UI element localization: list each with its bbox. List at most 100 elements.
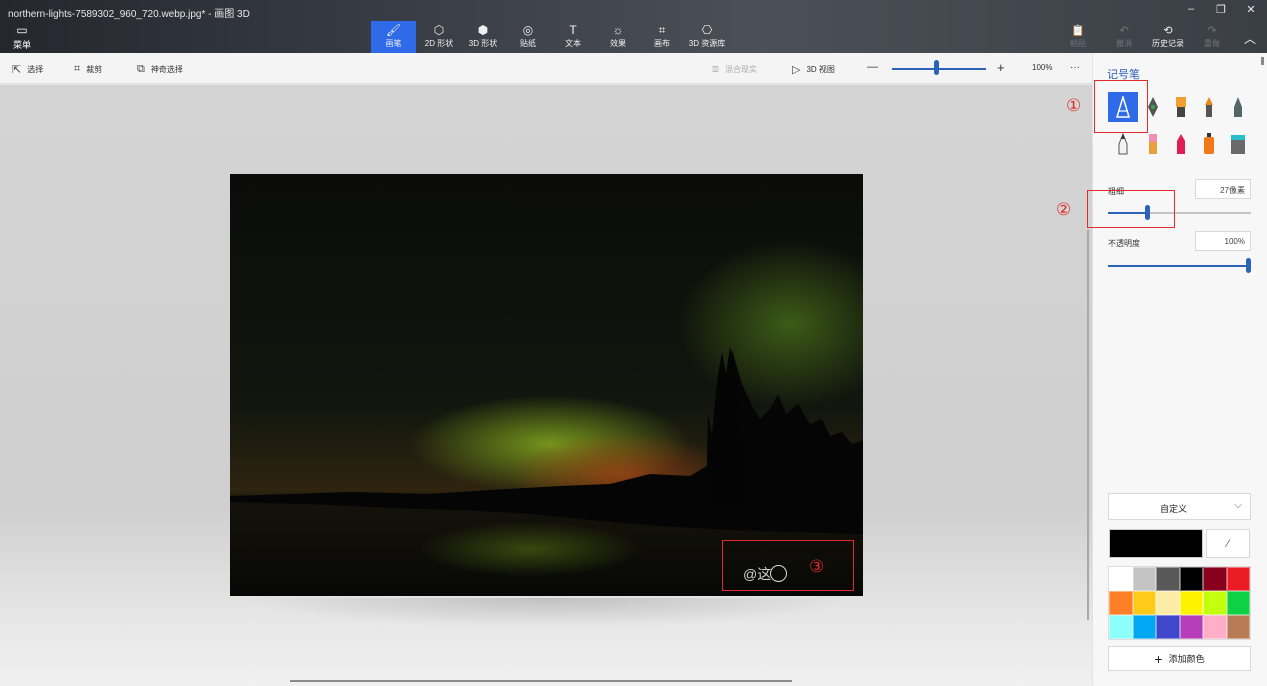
spray-can-icon	[1204, 133, 1214, 154]
color-swatch[interactable]	[1203, 567, 1227, 591]
color-swatch[interactable]	[1179, 591, 1203, 615]
tree-silhouette	[230, 346, 863, 534]
more-options-button[interactable]: ···	[1070, 62, 1080, 73]
color-swatch[interactable]	[1226, 615, 1250, 639]
tool-3d-shapes[interactable]: ⬢ 3D 形状	[464, 21, 502, 53]
crayon-icon	[1177, 134, 1185, 154]
maximize-button[interactable]: ❐	[1210, 3, 1232, 16]
paste-button[interactable]: 📋 粘贴	[1066, 26, 1090, 49]
minimize-button[interactable]: –	[1180, 3, 1202, 15]
spray-can-brush[interactable]	[1194, 129, 1224, 159]
eraser-brush[interactable]	[1138, 129, 1168, 159]
close-button[interactable]: ✕	[1240, 3, 1262, 16]
annotation-box-3	[722, 540, 854, 591]
zoom-out-button[interactable]: —	[867, 61, 878, 73]
app-ribbon: northern-lights-7589302_960_720.webp.jpg…	[0, 0, 1267, 53]
3d-view-button[interactable]: ▷ 3D 视图	[792, 63, 835, 76]
mixed-reality-button[interactable]: ⧈ 混合现实	[712, 63, 757, 76]
canvas-icon: ⌗	[658, 23, 666, 37]
color-swatch[interactable]	[1109, 615, 1133, 639]
annotation-number-1: ①	[1066, 96, 1082, 115]
brush-icon: 🖌	[385, 23, 402, 37]
zoom-slider[interactable]	[892, 68, 986, 70]
pixel-pen-icon	[1234, 97, 1242, 117]
color-swatch[interactable]	[1109, 591, 1133, 615]
panel-scrollbar[interactable]	[1261, 57, 1264, 65]
redo-label: 重做	[1204, 39, 1220, 48]
color-swatch[interactable]	[1132, 567, 1156, 591]
eraser-icon	[1149, 134, 1157, 154]
color-swatch[interactable]	[1132, 615, 1156, 639]
crop-button[interactable]: ⌗ 裁剪	[74, 63, 102, 76]
zoom-slider-thumb[interactable]	[933, 60, 939, 75]
color-swatch[interactable]	[1132, 591, 1156, 615]
annotation-box-1	[1094, 80, 1148, 133]
opacity-label: 不透明度	[1108, 239, 1140, 248]
color-swatch[interactable]	[1226, 567, 1250, 591]
undo-button[interactable]: ↶ 撤消	[1112, 26, 1136, 49]
undo-label: 撤消	[1116, 39, 1132, 48]
watercolor-brush[interactable]	[1194, 92, 1224, 122]
palette-mode: 自定义	[1160, 504, 1188, 514]
3d-view-label: 3D 视图	[806, 65, 835, 74]
collapse-ribbon-button[interactable]: ︿	[1242, 30, 1258, 47]
color-swatch[interactable]	[1179, 615, 1203, 639]
plus-icon: +	[1154, 650, 1163, 667]
color-swatch[interactable]	[1203, 591, 1227, 615]
eyedropper-button[interactable]: ⁄	[1206, 529, 1250, 558]
undo-icon: ↶	[1119, 25, 1129, 37]
color-swatch[interactable]	[1109, 567, 1133, 591]
2d-shapes-icon: ⬡	[433, 23, 445, 37]
paste-label: 粘贴	[1070, 39, 1086, 48]
pencil-brush[interactable]	[1108, 129, 1138, 159]
horizontal-scrollbar[interactable]	[290, 680, 792, 682]
select-button[interactable]: ⇱ 选择	[12, 63, 43, 76]
3d-shapes-icon: ⬢	[477, 23, 489, 37]
menu-button[interactable]: ▭ 菜单	[8, 24, 36, 51]
color-swatch[interactable]	[1156, 567, 1180, 591]
add-color-button[interactable]: + 添加颜色	[1108, 646, 1251, 671]
tool-brushes[interactable]: 🖌 画笔	[371, 21, 416, 53]
history-label: 历史记录	[1152, 39, 1184, 48]
tool-3d-library[interactable]: ⎔ 3D 资源库	[686, 21, 728, 53]
history-button[interactable]: ⟲ 历史记录	[1148, 26, 1188, 49]
tool-stickers[interactable]: ◎ 贴纸	[511, 21, 545, 53]
crayon-brush[interactable]	[1166, 129, 1196, 159]
color-swatch[interactable]	[1179, 567, 1203, 591]
annotation-number-2: ②	[1056, 200, 1072, 219]
tool-text[interactable]: T 文本	[556, 21, 590, 53]
crop-icon: ⌗	[74, 63, 81, 75]
canvas-image[interactable]	[230, 174, 863, 596]
thickness-input[interactable]: 27像素	[1195, 179, 1251, 199]
tool-effects[interactable]: ☼ 效果	[601, 21, 635, 53]
color-swatch[interactable]	[1156, 615, 1180, 639]
vertical-scrollbar[interactable]	[1087, 230, 1089, 620]
crop-label: 裁剪	[86, 65, 103, 74]
pixel-pen-brush[interactable]	[1223, 92, 1253, 122]
color-swatch[interactable]	[1156, 591, 1180, 615]
tool-2d-shapes[interactable]: ⬡ 2D 形状	[420, 21, 458, 53]
opacity-slider-thumb[interactable]	[1246, 258, 1251, 273]
chevron-down-icon: ⌵	[1234, 500, 1242, 511]
color-swatch[interactable]	[1203, 615, 1227, 639]
watercolor-icon	[1205, 97, 1213, 117]
tool-canvas[interactable]: ⌗ 画布	[645, 21, 679, 53]
menu-label: 菜单	[12, 40, 31, 50]
mixed-reality-icon: ⧈	[712, 63, 719, 75]
current-color[interactable]	[1109, 529, 1203, 558]
oil-brush[interactable]	[1166, 92, 1196, 122]
tool-label: 3D 资源库	[688, 39, 726, 48]
color-swatch[interactable]	[1226, 591, 1250, 615]
zoom-in-button[interactable]: +	[997, 60, 1005, 75]
opacity-input[interactable]: 100%	[1195, 231, 1251, 251]
tool-label: 画笔	[385, 39, 402, 48]
fill-brush[interactable]	[1223, 129, 1253, 159]
canvas-shadow	[240, 598, 854, 628]
annotation-number-3: ③	[809, 557, 825, 576]
palette-dropdown[interactable]: 自定义 ⌵	[1108, 493, 1251, 520]
redo-button[interactable]: ↷ 重做	[1200, 26, 1224, 49]
magic-select-icon: ⧉	[137, 63, 145, 75]
zoom-value: 100%	[1032, 63, 1053, 72]
clipboard-icon: 📋	[1071, 25, 1085, 37]
magic-select-button[interactable]: ⧉ 神奇选择	[137, 63, 183, 76]
